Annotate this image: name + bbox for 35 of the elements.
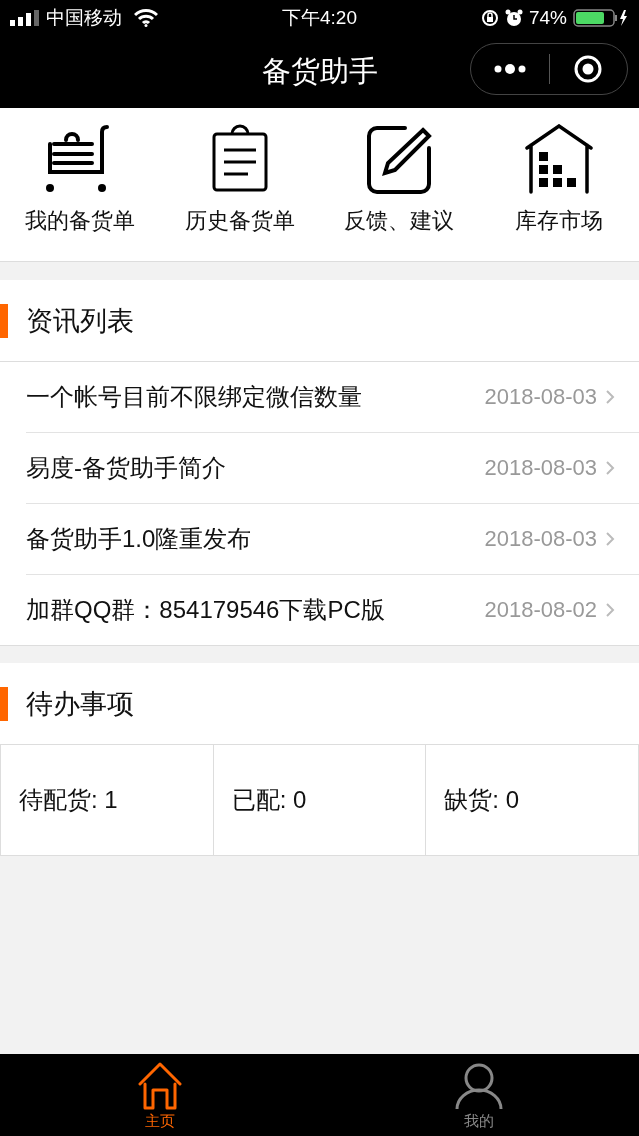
rotation-lock-icon — [481, 9, 499, 27]
todo-cell[interactable]: 缺货: 0 — [426, 745, 638, 855]
wifi-icon — [134, 9, 158, 27]
carrier-name: 中国移动 — [46, 6, 122, 30]
signal-icon — [10, 10, 40, 26]
todo-cell[interactable]: 待配货: 1 — [1, 745, 214, 855]
accent-bar — [0, 303, 8, 338]
battery-percent: 74% — [529, 7, 567, 29]
accent-bar — [0, 686, 8, 721]
more-icon[interactable] — [492, 63, 527, 75]
alarm-icon — [505, 9, 523, 27]
news-item[interactable]: 一个帐号目前不限绑定微信数量 2018-08-03 — [26, 362, 639, 433]
news-item[interactable]: 加群QQ群：854179546下载PC版 2018-08-02 — [26, 575, 639, 645]
chevron-right-icon — [605, 460, 615, 476]
shortcut-link[interactable]: 反馈、建议 — [344, 206, 455, 236]
page-title: 备货助手 — [261, 54, 378, 89]
tab-item[interactable]: 我的 — [319, 1054, 639, 1136]
shortcut-link[interactable]: 我的备货单 — [24, 206, 135, 236]
battery-icon — [573, 9, 629, 27]
chevron-right-icon — [605, 531, 615, 547]
news-item[interactable]: 备货助手1.0隆重发布 2018-08-03 — [26, 504, 639, 575]
news-item[interactable]: 易度-备货助手简介 2018-08-03 — [26, 433, 639, 504]
todo-cell[interactable]: 已配: 0 — [213, 745, 427, 855]
edit-icon — [365, 124, 434, 194]
chevron-right-icon — [605, 389, 615, 405]
shortcut-link[interactable]: 库存市场 — [515, 206, 604, 236]
shortcut-link[interactable]: 历史备货单 — [184, 206, 295, 236]
chevron-right-icon — [605, 602, 615, 618]
user-icon — [454, 1062, 505, 1110]
close-icon[interactable] — [573, 54, 604, 84]
warehouse-icon — [525, 124, 594, 194]
section-title: 资讯列表 — [26, 304, 134, 338]
section-title: 待办事项 — [26, 687, 134, 721]
tab-item[interactable]: 主页 — [0, 1054, 320, 1136]
status-time: 下午4:20 — [282, 6, 357, 30]
